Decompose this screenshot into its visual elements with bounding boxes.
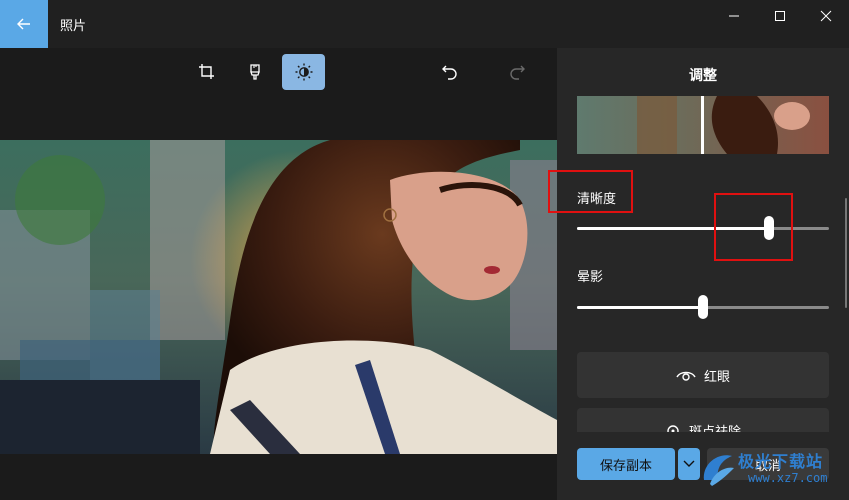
portrait-photo <box>0 140 557 454</box>
filter-thumbnail <box>577 96 829 154</box>
app-title: 照片 <box>60 19 87 34</box>
filter-preview-strip[interactable] <box>577 96 829 154</box>
vignette-slider-fill <box>577 306 703 309</box>
back-button[interactable] <box>0 0 48 48</box>
maximize-icon <box>775 11 785 21</box>
panel-scrollbar[interactable] <box>845 198 847 308</box>
watermark: 极光下载站 www.xz7.com <box>700 444 849 500</box>
watermark-logo-icon <box>703 455 734 486</box>
arrow-left-icon <box>17 18 30 30</box>
redo-icon <box>510 65 525 80</box>
chevron-down-icon <box>683 460 695 467</box>
photo-preview <box>0 140 557 454</box>
highlight-box-clarity-thumb <box>714 193 793 261</box>
spot-fix-label: 斑点祛除 <box>689 421 741 432</box>
watermark-title: 极光下载站 <box>738 452 824 471</box>
red-eye-button[interactable]: 红眼 <box>577 352 829 398</box>
title-bar: 照片 <box>0 0 849 48</box>
undo-button[interactable] <box>432 55 468 89</box>
markup-icon <box>250 64 260 80</box>
crop-button[interactable] <box>189 55 225 89</box>
adjust-panel: 调整 清晰度 晕影 红眼 保存副本 取消 <box>557 48 849 500</box>
panel-title: 调整 <box>689 68 717 84</box>
red-eye-label: 红眼 <box>703 369 730 385</box>
redo-button[interactable] <box>499 55 535 89</box>
save-copy-button[interactable]: 保存副本 <box>577 448 675 480</box>
close-icon <box>820 10 832 22</box>
watermark-url: www.xz7.com <box>748 471 828 485</box>
highlight-box-clarity-label <box>548 170 633 213</box>
spot-fix-button[interactable]: 斑点祛除 <box>577 408 829 432</box>
vignette-slider-thumb[interactable] <box>698 295 708 319</box>
vignette-label: 晕影 <box>577 270 604 285</box>
adjust-button[interactable] <box>282 54 325 90</box>
maximize-button[interactable] <box>757 0 803 32</box>
eye-icon <box>676 368 696 382</box>
minimize-button[interactable] <box>711 0 757 32</box>
minimize-icon <box>729 15 739 17</box>
adjust-icon <box>295 63 312 81</box>
markup-button[interactable] <box>237 55 273 89</box>
vignette-slider[interactable] <box>577 295 829 319</box>
undo-icon <box>442 65 457 80</box>
spot-fix-icon <box>665 423 681 432</box>
save-options-button[interactable] <box>678 448 700 480</box>
crop-icon <box>199 64 214 79</box>
editor-area <box>0 48 557 500</box>
close-button[interactable] <box>803 0 849 32</box>
